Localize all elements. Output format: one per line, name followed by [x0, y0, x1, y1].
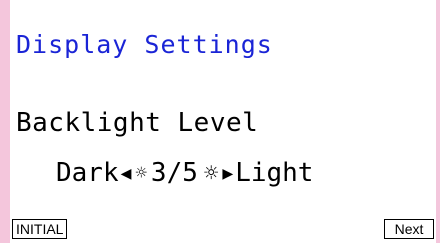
page-title: Display Settings	[16, 30, 273, 59]
calculator-screen: Display Settings Backlight Level Dark ◀ …	[12, 0, 436, 243]
right-arrow-icon[interactable]: ▶	[222, 163, 233, 184]
light-label: Light	[235, 158, 314, 188]
right-side-bar	[436, 0, 440, 243]
backlight-level-selector[interactable]: Dark ◀ ☼ 3/5 ☼ ▶ Light	[56, 158, 313, 188]
left-arrow-icon[interactable]: ◀	[121, 163, 132, 184]
dark-label: Dark	[56, 158, 119, 188]
left-side-bar	[0, 0, 10, 243]
sun-small-icon: ☼	[135, 162, 147, 184]
initial-button[interactable]: INITIAL	[12, 219, 68, 239]
backlight-level-label: Backlight Level	[16, 108, 259, 138]
backlight-level-value: 3/5	[150, 158, 198, 188]
next-button[interactable]: Next	[384, 219, 434, 239]
sun-large-icon: ☼	[203, 159, 219, 187]
